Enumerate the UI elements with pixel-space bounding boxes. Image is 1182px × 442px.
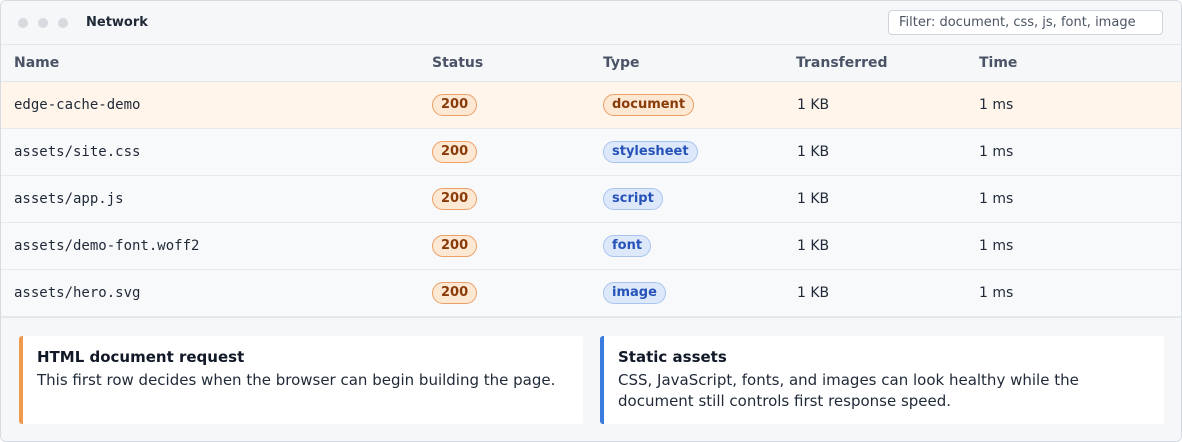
card-title: HTML document request [37, 348, 245, 366]
column-header-transferred[interactable]: Transferred [796, 55, 888, 71]
table-row[interactable]: assets/demo-font.woff2 200 font 1 KB 1 m… [1, 223, 1181, 270]
time-value: 1 ms [979, 238, 1014, 254]
request-name: assets/site.css [14, 144, 141, 160]
status-badge: 200 [432, 235, 478, 257]
time-value: 1 ms [979, 144, 1014, 160]
column-header-type[interactable]: Type [603, 55, 640, 71]
column-header-name[interactable]: Name [14, 55, 59, 71]
status-badge: 200 [432, 141, 478, 163]
card-title: Static assets [618, 348, 727, 366]
request-name: assets/app.js [14, 191, 124, 207]
type-badge: document [603, 94, 695, 116]
request-name: assets/hero.svg [14, 285, 141, 301]
status-badge: 200 [432, 282, 478, 304]
table-row[interactable]: assets/app.js 200 script 1 KB 1 ms [1, 176, 1181, 223]
panel-title: Network [86, 15, 148, 30]
window-close-dot[interactable] [18, 18, 28, 28]
time-value: 1 ms [979, 191, 1014, 207]
request-name: edge-cache-demo [14, 97, 141, 113]
transferred-value: 1 KB [797, 97, 830, 113]
title-bar: Network [1, 1, 1181, 45]
request-name: assets/demo-font.woff2 [14, 238, 200, 254]
transferred-value: 1 KB [797, 191, 830, 207]
type-badge: image [603, 282, 666, 304]
card-body: This first row decides when the browser … [37, 371, 556, 389]
time-value: 1 ms [979, 285, 1014, 301]
time-value: 1 ms [979, 97, 1014, 113]
table-header: Name Status Type Transferred Time [1, 45, 1181, 82]
status-badge: 200 [432, 94, 478, 116]
card-body: CSS, JavaScript, fonts, and images can l… [618, 371, 1079, 410]
table-row[interactable]: edge-cache-demo 200 document 1 KB 1 ms [1, 82, 1181, 129]
transferred-value: 1 KB [797, 238, 830, 254]
table-row[interactable]: assets/site.css 200 stylesheet 1 KB 1 ms [1, 129, 1181, 176]
window-maximize-dot[interactable] [58, 18, 68, 28]
column-header-time[interactable]: Time [979, 55, 1017, 71]
type-badge: stylesheet [603, 141, 698, 163]
explanation-panel: HTML document request This first row dec… [1, 317, 1181, 441]
filter-input[interactable] [888, 10, 1163, 35]
html-document-card: HTML document request This first row dec… [19, 336, 583, 424]
type-badge: script [603, 188, 663, 210]
table-row[interactable]: assets/hero.svg 200 image 1 KB 1 ms [1, 270, 1181, 317]
window-minimize-dot[interactable] [38, 18, 48, 28]
transferred-value: 1 KB [797, 285, 830, 301]
static-assets-card: Static assets CSS, JavaScript, fonts, an… [600, 336, 1164, 424]
network-panel: Network Name Status Type Transferred Tim… [0, 0, 1182, 442]
column-header-status[interactable]: Status [432, 55, 483, 71]
status-badge: 200 [432, 188, 478, 210]
type-badge: font [603, 235, 652, 257]
request-list: edge-cache-demo 200 document 1 KB 1 ms a… [1, 82, 1181, 317]
transferred-value: 1 KB [797, 144, 830, 160]
